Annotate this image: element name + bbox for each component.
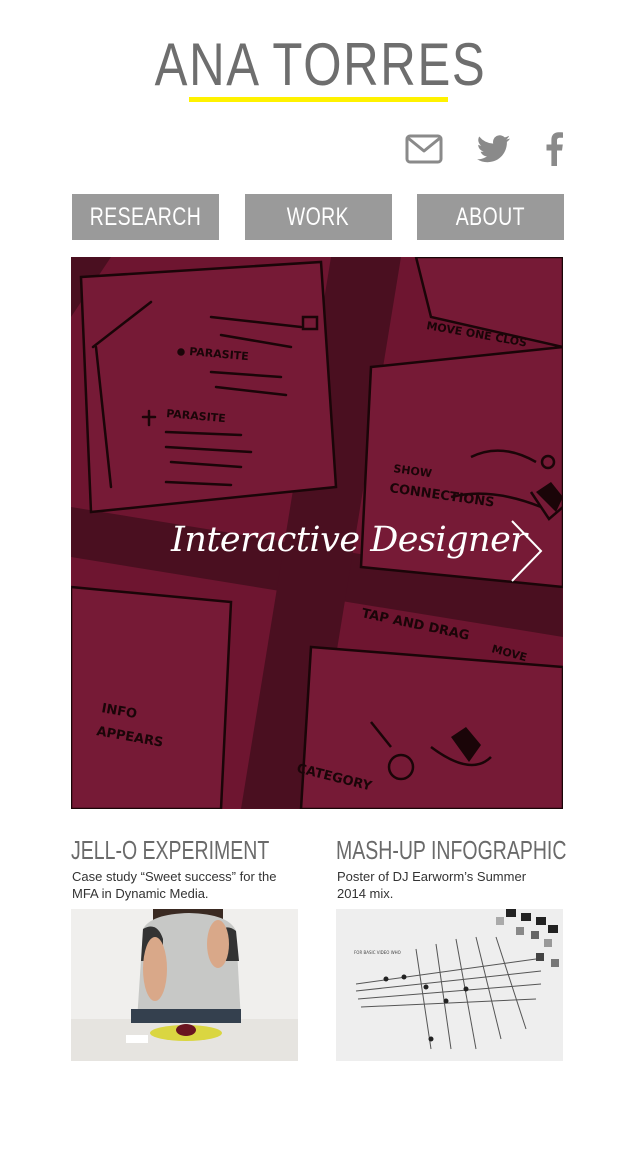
project-thumbnail[interactable]: FOR BASIC VIDEO WHO <box>336 909 563 1061</box>
project-card-infographic: Mash-up Infographic Poster of DJ Earworm… <box>336 836 566 1061</box>
hero-tagline: Interactive Designer <box>171 520 527 560</box>
project-title[interactable]: Mash-up Infographic <box>336 836 566 864</box>
nav-research-label: Research <box>89 202 202 231</box>
nav-about-label: About <box>455 202 526 231</box>
project-card-jello: Jell-o Experiment Case study “Sweet succ… <box>71 836 299 1061</box>
social-links <box>405 132 563 170</box>
project-description: Case study “Sweet success” for the MFA i… <box>72 869 277 901</box>
nav-about-button[interactable]: About <box>417 194 564 240</box>
title-underline <box>189 97 448 102</box>
facebook-icon[interactable] <box>545 132 563 170</box>
project-description: Poster of DJ Earworm’s Summer 2014 mix. <box>337 869 527 901</box>
nav-work-button[interactable]: Work <box>244 194 392 240</box>
project-title[interactable]: Jell-o Experiment <box>71 836 269 864</box>
svg-text:FOR BASIC VIDEO WHO: FOR BASIC VIDEO WHO <box>354 950 401 955</box>
nav-work-label: Work <box>286 202 350 231</box>
nav-research-button[interactable]: Research <box>72 194 219 240</box>
mail-icon[interactable] <box>405 134 443 168</box>
twitter-icon[interactable] <box>477 135 511 167</box>
main-nav: Research Work About <box>72 194 564 240</box>
hero-banner[interactable]: PARASITE PARASITE MOVE ONE CLOS SHOW CON… <box>71 257 563 809</box>
chevron-right-icon[interactable] <box>508 519 544 587</box>
site-title[interactable]: Ana Torres <box>58 30 584 100</box>
project-thumbnail[interactable] <box>71 909 298 1061</box>
